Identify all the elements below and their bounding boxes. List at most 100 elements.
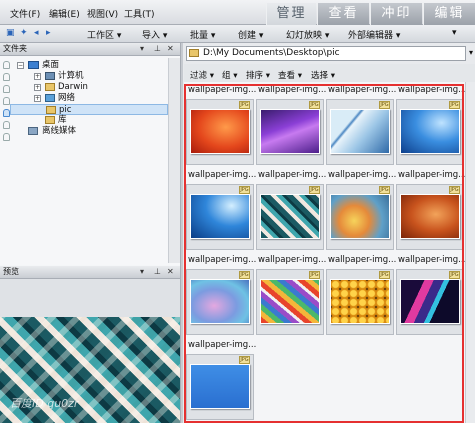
jpg-badge: JPG (239, 101, 250, 109)
thumbnail-image (330, 279, 390, 324)
expand-icon[interactable]: + (34, 84, 41, 91)
thumbnail-label: wallpaper-img... (258, 85, 327, 95)
filter-bar: 过滤 ▾ 组 ▾ 排序 ▾ 查看 ▾ 选择 ▾ (184, 64, 475, 82)
thumbnail[interactable]: wallpaper-img... JPG (186, 85, 256, 167)
view-button[interactable]: 查看 ▾ (278, 69, 302, 81)
thumbnail[interactable]: wallpaper-img... JPG (256, 170, 326, 252)
menu-view[interactable]: 视图(V) (87, 7, 118, 20)
thumbnail[interactable]: wallpaper-img... JPG (396, 85, 466, 167)
jpg-badge: JPG (309, 101, 320, 109)
thumbnail[interactable]: wallpaper-img... JPG (396, 255, 466, 337)
jpg-badge: JPG (449, 101, 460, 109)
select-button[interactable]: 选择 ▾ (311, 69, 335, 81)
pin-icon[interactable]: ⊥ (154, 43, 161, 55)
external-editor-button[interactable]: 外部编辑器 ▾ (348, 28, 400, 41)
thumbnail[interactable]: wallpaper-img... JPG (186, 170, 256, 252)
arrow-icon[interactable]: ▸ (46, 28, 51, 38)
thumbnail-image (260, 109, 320, 154)
tab-develop[interactable]: 冲印 (370, 3, 422, 25)
folder-icon[interactable]: ▣ (6, 28, 15, 38)
pin-icon[interactable] (3, 97, 10, 105)
path-input[interactable]: D:\My Documents\Desktop\pic (186, 46, 466, 61)
thumbnail-label: wallpaper-img... (188, 255, 257, 265)
star-icon[interactable]: ✦ (20, 28, 28, 38)
thumbnail-image (400, 194, 460, 239)
jpg-badge: JPG (239, 356, 250, 364)
group-button[interactable]: 组 ▾ (222, 69, 237, 81)
tab-view[interactable]: 查看 (317, 3, 369, 25)
computer-icon (45, 72, 55, 80)
tab-edit[interactable]: 编辑 (423, 3, 475, 25)
thumbnail-image (190, 364, 250, 409)
folder-icon (46, 106, 56, 114)
pin-icon[interactable] (3, 61, 10, 69)
expand-icon[interactable]: + (34, 73, 41, 80)
jpg-badge: JPG (379, 271, 390, 279)
preview-panel-title: 预览 (3, 267, 19, 276)
pin-icon[interactable]: ⊥ (154, 266, 161, 278)
jpg-badge: JPG (309, 271, 320, 279)
thumbnail-image (400, 279, 460, 324)
jpg-badge: JPG (449, 186, 460, 194)
path-bar: D:\My Documents\Desktop\pic ▾ (184, 43, 475, 64)
thumbnail-image (190, 279, 250, 324)
menu-edit[interactable]: 编辑(E) (49, 7, 80, 20)
thumbnail[interactable]: wallpaper-img... JPG (396, 170, 466, 252)
thumbnail[interactable]: wallpaper-img... JPG (326, 85, 396, 167)
more-icon[interactable]: ▾ (452, 28, 457, 38)
slideshow-button[interactable]: 幻灯放映 ▾ (286, 28, 329, 41)
folders-panel-header: 文件夹 ▾ ⊥ ✕ (0, 43, 180, 56)
thumbnail-label: wallpaper-img... (328, 170, 397, 180)
thumbnail-scrollbar[interactable] (465, 82, 475, 423)
import-button[interactable]: 导入 ▾ (142, 28, 167, 41)
thumbnail[interactable]: wallpaper-img... JPG (326, 170, 396, 252)
pin-icon[interactable] (3, 133, 10, 141)
preview-panel-header: 预览 ▾ ⊥ ✕ (0, 266, 180, 279)
tab-manage[interactable]: 管理 (266, 3, 316, 25)
thumbnail-label: wallpaper-img... (328, 85, 397, 95)
jpg-badge: JPG (239, 271, 250, 279)
menu-tools[interactable]: 工具(T) (124, 7, 155, 20)
library-icon (45, 116, 55, 124)
preview-image: 百度ID qu0zr (0, 317, 180, 423)
thumbnail-image (190, 194, 250, 239)
folder-icon (189, 49, 199, 57)
batch-button[interactable]: 批量 ▾ (190, 28, 215, 41)
pin-icon[interactable] (3, 73, 10, 81)
chevron-down-icon[interactable]: ▾ (469, 48, 473, 57)
preview-panel: 预览 ▾ ⊥ ✕ 百度ID qu0zr (0, 266, 180, 423)
close-icon[interactable]: ✕ (167, 43, 174, 55)
thumbnail[interactable]: wallpaper-img... JPG (186, 255, 256, 337)
folders-panel-title: 文件夹 (3, 44, 27, 53)
folders-scrollbar[interactable] (168, 58, 180, 263)
workspace-button[interactable]: 工作区 ▾ (87, 28, 121, 41)
pin-icon[interactable] (3, 121, 10, 129)
tree-item-label: Darwin (58, 82, 88, 92)
thumbnail-label: wallpaper-img... (398, 170, 467, 180)
dropdown-icon[interactable]: ▾ (140, 266, 144, 278)
pin-icon[interactable] (3, 85, 10, 93)
jpg-badge: JPG (309, 186, 320, 194)
jpg-badge: JPG (239, 186, 250, 194)
dropdown-icon[interactable]: ▾ (140, 43, 144, 55)
thumbnail[interactable]: wallpaper-img... JPG (186, 340, 256, 422)
pin-icon[interactable] (3, 109, 10, 117)
close-icon[interactable]: ✕ (167, 266, 174, 278)
tree-item-label: 计算机 (58, 71, 84, 81)
thumbnail-label: wallpaper-img... (258, 255, 327, 265)
collapse-icon[interactable]: − (17, 62, 24, 69)
sort-button[interactable]: 排序 ▾ (246, 69, 270, 81)
thumbnail[interactable]: wallpaper-img... JPG (256, 255, 326, 337)
tree-item-pic[interactable]: pic (10, 104, 168, 115)
thumbnail-image (330, 109, 390, 154)
folder-icon (45, 83, 55, 91)
create-button[interactable]: 创建 ▾ (238, 28, 263, 41)
thumbnail[interactable]: wallpaper-img... JPG (326, 255, 396, 337)
arrow-icon[interactable]: ◂ (34, 28, 39, 38)
thumbnail-image (260, 194, 320, 239)
filter-button[interactable]: 过滤 ▾ (190, 69, 214, 81)
menu-file[interactable]: 文件(F) (10, 7, 40, 20)
expand-icon[interactable]: + (34, 95, 41, 102)
tree-item-label: 桌面 (42, 60, 60, 70)
thumbnail[interactable]: wallpaper-img... JPG (256, 85, 326, 167)
